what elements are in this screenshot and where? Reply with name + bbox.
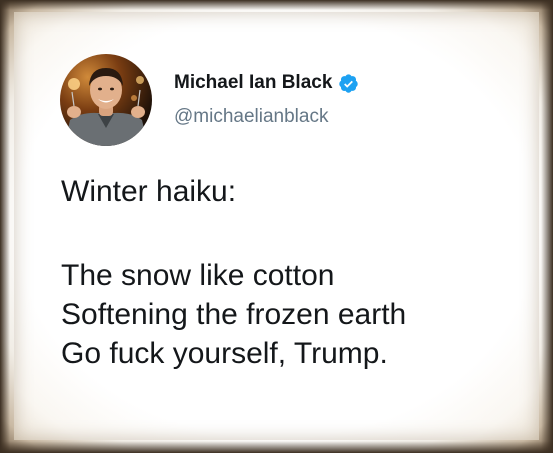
- tweet-line-3: Go fuck yourself, Trump.: [61, 337, 388, 370]
- author-name-row: Michael Ian Black: [174, 71, 359, 95]
- frame-edge-top: [0, 0, 553, 10]
- tweet-line-2: Softening the frozen earth: [61, 298, 407, 331]
- author-display-name[interactable]: Michael Ian Black: [174, 72, 332, 94]
- author-handle[interactable]: @michaelianblack: [174, 106, 328, 128]
- tweet-line-gap: [61, 211, 406, 256]
- frame-edge-left: [0, 0, 10, 453]
- frame-edge-bottom: [0, 441, 553, 453]
- verified-badge-icon: [338, 73, 359, 94]
- avatar[interactable]: [60, 54, 152, 146]
- photo-frame: Michael Ian Black @michaelianblack Winte…: [0, 0, 553, 453]
- tweet-title-line: Winter haiku:: [61, 175, 237, 208]
- tweet-text: Winter haiku: The snow like cotton Softe…: [61, 172, 406, 373]
- tweet-line-1: The snow like cotton: [61, 259, 335, 292]
- frame-edge-right: [541, 0, 553, 453]
- avatar-portrait-icon: [64, 68, 148, 146]
